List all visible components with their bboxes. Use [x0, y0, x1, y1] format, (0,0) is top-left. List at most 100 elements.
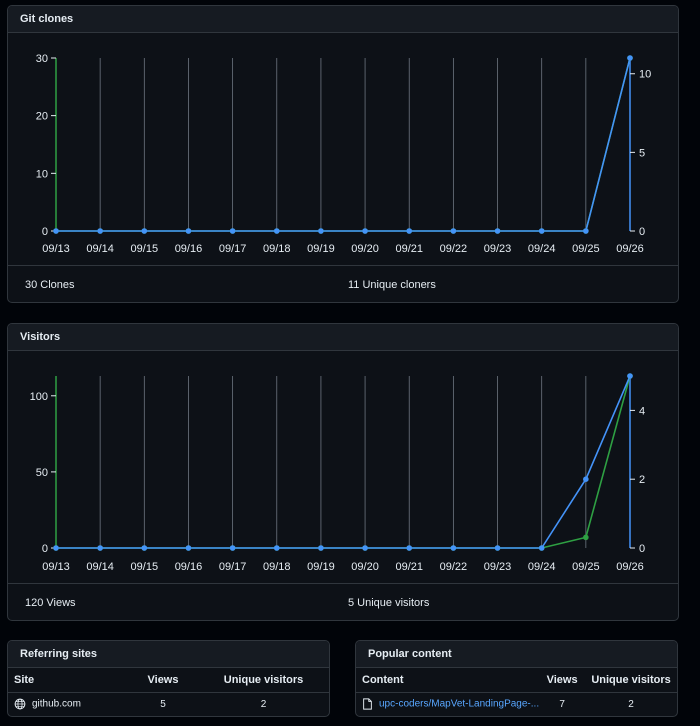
x-tick-label: 09/19	[307, 561, 335, 573]
popular-content-title: Popular content	[368, 648, 452, 660]
content-unique: 2	[628, 698, 634, 710]
x-tick-label: 09/14	[86, 243, 114, 255]
table-header-row: Content Views Unique visitors	[356, 668, 677, 693]
data-point	[538, 228, 545, 234]
x-tick-label: 09/24	[528, 243, 556, 255]
referring-sites-panel: Referring sites Site Views Unique visito…	[7, 640, 330, 717]
left-tick-label: 0	[42, 543, 48, 555]
x-tick-label: 09/22	[440, 243, 468, 255]
series-line	[56, 57, 631, 232]
data-point	[97, 228, 103, 234]
x-tick-label: 09/19	[307, 243, 335, 255]
table-row[interactable]: github.com 5 2	[8, 692, 329, 716]
data-point	[141, 545, 148, 551]
col-unique-visitors: Unique visitors	[585, 668, 677, 693]
referring-sites-header: Referring sites	[8, 641, 329, 668]
x-tick-label: 09/17	[219, 561, 247, 573]
data-point	[185, 228, 192, 234]
clones-summary: 30 Clones 11 Unique cloners	[8, 265, 678, 302]
popular-content-table: Content Views Unique visitors upc-coders…	[356, 668, 677, 716]
views-count: 120 Views	[25, 596, 76, 609]
col-views: Views	[128, 668, 198, 693]
globe-icon	[14, 698, 26, 710]
site-views: 5	[160, 698, 166, 710]
data-point	[185, 545, 192, 551]
data-point	[583, 534, 589, 541]
visitors-header: Visitors	[8, 324, 678, 351]
site-name: github.com	[32, 698, 81, 710]
col-content: Content	[356, 668, 540, 693]
series-line	[56, 57, 631, 232]
x-tick-label: 09/13	[42, 561, 70, 573]
clones-title: Git clones	[20, 13, 74, 25]
x-tick-label: 09/21	[395, 561, 423, 573]
x-tick-label: 09/24	[528, 561, 556, 573]
data-point	[362, 545, 368, 551]
data-point	[538, 545, 545, 551]
data-point	[627, 373, 633, 379]
left-tick-label: 100	[30, 391, 48, 403]
data-point	[627, 55, 633, 61]
table-row[interactable]: upc-coders/MapVet-LandingPage-... 7 2	[356, 692, 677, 716]
table-header-row: Site Views Unique visitors	[8, 668, 329, 693]
clones-header: Git clones	[8, 6, 678, 33]
x-tick-label: 09/18	[263, 561, 291, 573]
visitors-summary: 120 Views 5 Unique visitors	[8, 583, 678, 620]
x-tick-label: 09/13	[42, 243, 70, 255]
clones-count: 30 Clones	[25, 278, 75, 291]
left-tick-label: 0	[42, 226, 48, 238]
x-tick-label: 09/23	[484, 561, 512, 573]
site-cell[interactable]: github.com	[8, 692, 128, 716]
x-tick-label: 09/21	[395, 243, 423, 255]
right-tick-label: 10	[639, 69, 651, 81]
popular-content-panel: Popular content Content Views Unique vis…	[355, 640, 678, 717]
data-point	[362, 228, 368, 234]
x-tick-label: 09/18	[263, 243, 291, 255]
referring-sites-table: Site Views Unique visitors github.com 5 …	[8, 668, 329, 716]
right-tick-label: 0	[639, 543, 645, 555]
x-tick-label: 09/14	[86, 561, 114, 573]
x-tick-label: 09/25	[572, 561, 600, 573]
x-tick-label: 09/26	[616, 561, 644, 573]
data-point	[494, 228, 501, 234]
data-point	[450, 228, 457, 234]
unique-cloners-count: 11 Unique cloners	[348, 278, 436, 291]
col-views: Views	[539, 668, 586, 693]
x-tick-label: 09/22	[440, 561, 468, 573]
col-site: Site	[8, 668, 128, 693]
x-tick-label: 09/23	[484, 243, 512, 255]
data-point	[229, 228, 236, 234]
x-tick-label: 09/16	[175, 243, 203, 255]
x-tick-label: 09/15	[131, 561, 159, 573]
visitors-title: Visitors	[20, 331, 61, 343]
site-unique: 2	[260, 698, 267, 710]
data-point	[583, 228, 589, 234]
data-point	[53, 228, 59, 234]
clones-chart: 0 10 20 30 0 5 10 09/13 09/14 09/15 09/16 09/17 09/1…	[36, 53, 652, 255]
clones-panel: Git clones 0 10 20 30 0 5 10 09/13 09/14 09/15 09/…	[7, 5, 679, 303]
data-point	[97, 545, 103, 551]
col-unique-visitors: Unique visitors	[198, 668, 329, 693]
left-tick-label: 50	[36, 467, 48, 479]
x-tick-label: 09/16	[175, 561, 203, 573]
right-tick-label: 2	[639, 474, 645, 486]
x-tick-label: 09/26	[616, 243, 644, 255]
content-link[interactable]: upc-coders/MapVet-LandingPage-...	[379, 699, 539, 710]
right-tick-label: 5	[639, 147, 645, 159]
left-tick-label: 10	[36, 168, 48, 180]
data-point	[229, 545, 236, 551]
unique-visitors-count: 5 Unique visitors	[348, 596, 430, 609]
x-tick-label: 09/17	[219, 243, 247, 255]
left-tick-label: 20	[36, 111, 48, 123]
data-point	[273, 545, 280, 551]
data-point	[318, 228, 324, 234]
data-point	[406, 545, 413, 551]
left-tick-label: 30	[36, 53, 48, 65]
x-tick-label: 09/25	[572, 243, 600, 255]
content-cell[interactable]: upc-coders/MapVet-LandingPage-...	[356, 692, 539, 716]
right-tick-label: 0	[639, 226, 645, 238]
referring-sites-title: Referring sites	[20, 648, 98, 660]
visitors-panel: Visitors 0 50 100 0 2 4 09/13 09/14 09/15 09/16 09…	[7, 323, 679, 621]
series-line	[56, 375, 631, 549]
x-tick-label: 09/20	[351, 243, 379, 255]
